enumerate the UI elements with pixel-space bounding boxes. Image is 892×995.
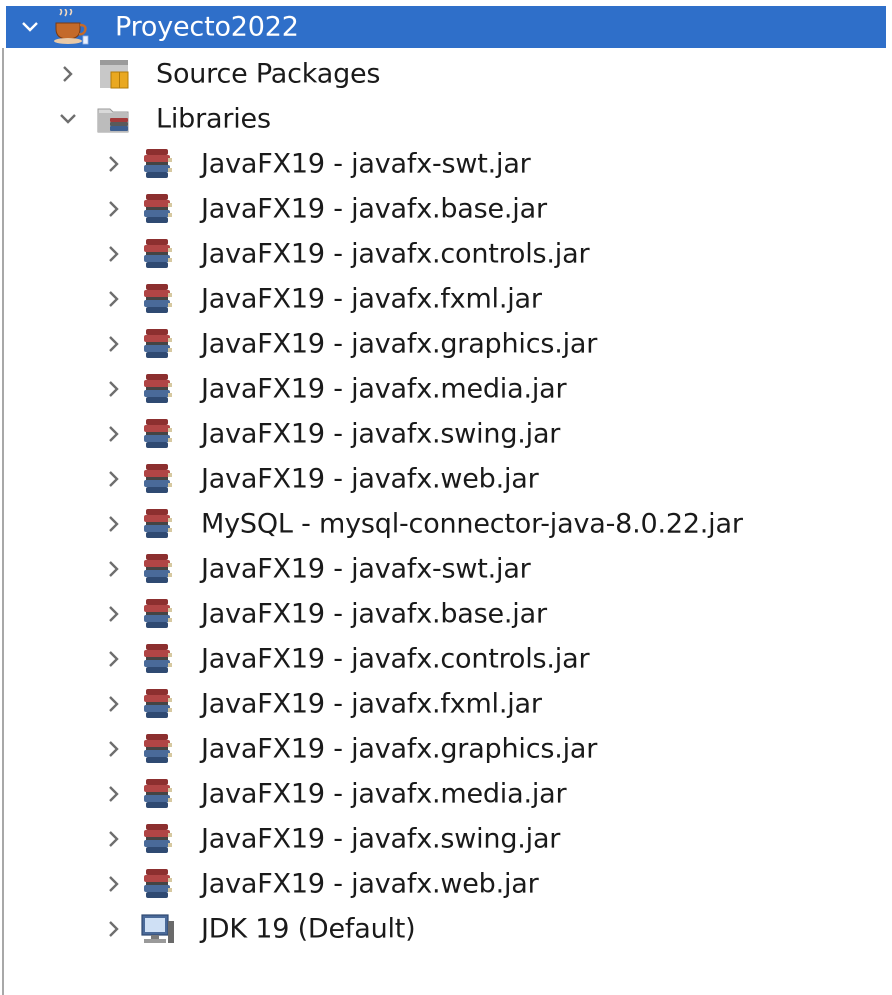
library-label: JavaFX19 - javafx-swt.jar — [201, 148, 531, 179]
libraries-label: Libraries — [156, 103, 271, 134]
library-label: JavaFX19 - javafx.controls.jar — [201, 643, 590, 674]
tree-node-library[interactable]: JavaFX19 - javafx.media.jar — [0, 366, 892, 411]
jar-library-icon — [144, 373, 172, 403]
chevron-right-icon[interactable] — [104, 289, 124, 309]
tree-node-library[interactable]: JDK 19 (Default) — [0, 906, 892, 951]
source-packages-label: Source Packages — [156, 58, 381, 89]
library-label: JavaFX19 - javafx.base.jar — [201, 598, 547, 629]
tree-node-library[interactable]: JavaFX19 - javafx.swing.jar — [0, 816, 892, 861]
jar-library-icon — [144, 193, 172, 223]
chevron-right-icon[interactable] — [104, 199, 124, 219]
jar-library-icon — [144, 283, 172, 313]
library-label: JavaFX19 - javafx.graphics.jar — [201, 733, 598, 764]
tree-node-library[interactable]: JavaFX19 - javafx.graphics.jar — [0, 726, 892, 771]
library-label: JavaFX19 - javafx.swing.jar — [201, 418, 561, 449]
chevron-right-icon[interactable] — [104, 649, 124, 669]
tree-node-library[interactable]: JavaFX19 - javafx.web.jar — [0, 456, 892, 501]
jar-library-icon — [144, 688, 172, 718]
tree-node-project[interactable]: Proyecto2022 — [6, 6, 886, 48]
library-label: JavaFX19 - javafx-swt.jar — [201, 553, 531, 584]
java-project-icon — [54, 9, 89, 45]
tree-node-library[interactable]: JavaFX19 - javafx.controls.jar — [0, 636, 892, 681]
chevron-right-icon[interactable] — [104, 379, 124, 399]
chevron-right-icon[interactable] — [104, 559, 124, 579]
chevron-right-icon[interactable] — [104, 919, 124, 939]
jar-library-icon — [144, 553, 172, 583]
jar-library-icon — [144, 868, 172, 898]
chevron-right-icon[interactable] — [104, 829, 124, 849]
chevron-right-icon[interactable] — [104, 244, 124, 264]
jar-library-icon — [144, 418, 172, 448]
jar-library-icon — [144, 643, 172, 673]
tree-node-source-packages[interactable]: Source Packages — [0, 51, 892, 96]
tree-node-library[interactable]: JavaFX19 - javafx.fxml.jar — [0, 276, 892, 321]
library-label: JavaFX19 - javafx.web.jar — [201, 868, 539, 899]
jar-library-icon — [144, 328, 172, 358]
tree-node-library[interactable]: JavaFX19 - javafx-swt.jar — [0, 546, 892, 591]
chevron-right-icon[interactable] — [104, 469, 124, 489]
package-folder-icon — [100, 59, 129, 88]
project-name: Proyecto2022 — [115, 11, 299, 43]
chevron-right-icon[interactable] — [104, 334, 124, 354]
library-label: JavaFX19 - javafx.controls.jar — [201, 238, 590, 269]
library-label: JavaFX19 - javafx.base.jar — [201, 193, 547, 224]
chevron-down-icon[interactable] — [58, 109, 78, 129]
tree-node-libraries[interactable]: Libraries — [0, 96, 892, 141]
library-label: JavaFX19 - javafx.web.jar — [201, 463, 539, 494]
chevron-right-icon[interactable] — [104, 874, 124, 894]
chevron-right-icon[interactable] — [104, 784, 124, 804]
tree-node-library[interactable]: JavaFX19 - javafx.base.jar — [0, 591, 892, 636]
library-label: MySQL - mysql-connector-java-8.0.22.jar — [201, 508, 743, 539]
jar-library-icon — [144, 238, 172, 268]
jar-library-icon — [144, 778, 172, 808]
tree-node-library[interactable]: JavaFX19 - javafx.web.jar — [0, 861, 892, 906]
project-tree[interactable]: Proyecto2022 Source Packages Libraries J… — [0, 6, 892, 951]
jar-library-icon — [144, 148, 172, 178]
tree-node-library[interactable]: MySQL - mysql-connector-java-8.0.22.jar — [0, 501, 892, 546]
library-label: JDK 19 (Default) — [201, 913, 416, 944]
tree-node-library[interactable]: JavaFX19 - javafx.base.jar — [0, 186, 892, 231]
library-label: JavaFX19 - javafx.media.jar — [201, 778, 567, 809]
library-label: JavaFX19 - javafx.graphics.jar — [201, 328, 598, 359]
tree-node-library[interactable]: JavaFX19 - javafx.graphics.jar — [0, 321, 892, 366]
jar-library-icon — [144, 508, 172, 538]
library-label: JavaFX19 - javafx.fxml.jar — [201, 283, 542, 314]
chevron-right-icon[interactable] — [58, 64, 78, 84]
libraries-list: JavaFX19 - javafx-swt.jar JavaFX19 - jav… — [0, 141, 892, 951]
jar-library-icon — [144, 463, 172, 493]
library-label: JavaFX19 - javafx.fxml.jar — [201, 688, 542, 719]
jar-library-icon — [144, 823, 172, 853]
chevron-right-icon[interactable] — [104, 739, 124, 759]
chevron-right-icon[interactable] — [104, 154, 124, 174]
chevron-right-icon[interactable] — [104, 694, 124, 714]
jar-library-icon — [144, 598, 172, 628]
tree-node-library[interactable]: JavaFX19 - javafx-swt.jar — [0, 141, 892, 186]
library-label: JavaFX19 - javafx.media.jar — [201, 373, 567, 404]
libraries-folder-icon — [97, 108, 129, 132]
library-label: JavaFX19 - javafx.swing.jar — [201, 823, 561, 854]
jar-library-icon — [144, 733, 172, 763]
jdk-platform-icon — [141, 913, 174, 943]
tree-node-library[interactable]: JavaFX19 - javafx.media.jar — [0, 771, 892, 816]
chevron-right-icon[interactable] — [104, 514, 124, 534]
tree-node-library[interactable]: JavaFX19 - javafx.swing.jar — [0, 411, 892, 456]
chevron-right-icon[interactable] — [104, 424, 124, 444]
tree-node-library[interactable]: JavaFX19 - javafx.controls.jar — [0, 231, 892, 276]
tree-node-library[interactable]: JavaFX19 - javafx.fxml.jar — [0, 681, 892, 726]
chevron-right-icon[interactable] — [104, 604, 124, 624]
chevron-down-icon[interactable] — [20, 17, 40, 37]
